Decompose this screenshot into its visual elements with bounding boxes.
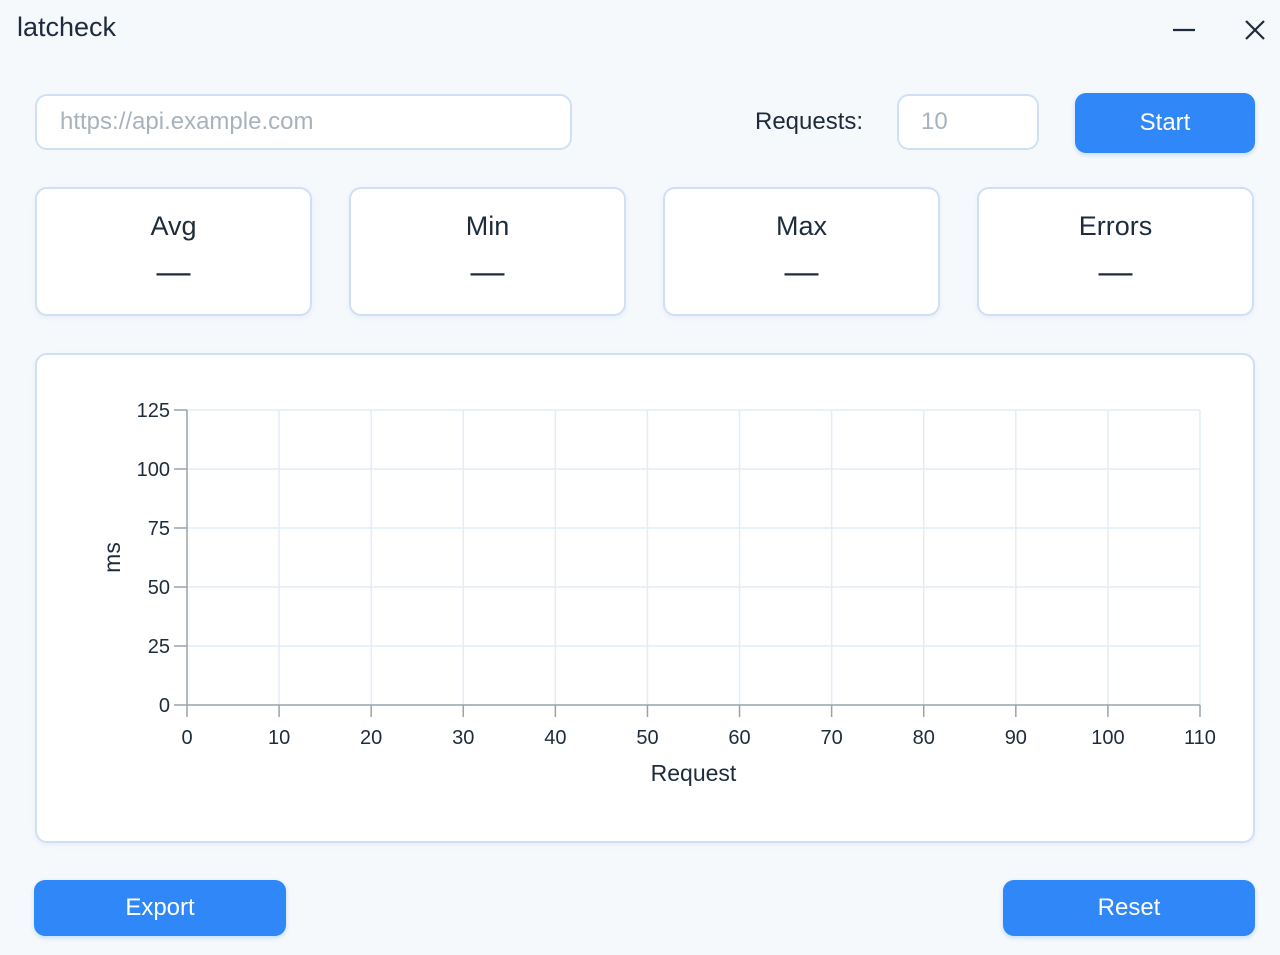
- x-tick-label: 70: [821, 727, 843, 749]
- x-tick-label: 60: [728, 727, 750, 749]
- x-tick-label: 10: [268, 727, 290, 749]
- stat-value-avg: —: [156, 253, 191, 291]
- export-button[interactable]: Export: [34, 880, 286, 936]
- stat-card-max: Max —: [663, 187, 940, 316]
- x-tick-label: 110: [1184, 727, 1216, 749]
- close-button[interactable]: [1235, 10, 1275, 50]
- start-button[interactable]: Start: [1075, 93, 1255, 153]
- x-tick-label: 90: [1005, 727, 1027, 749]
- stat-value-errors: —: [1098, 253, 1133, 291]
- x-tick-label: 40: [544, 727, 566, 749]
- url-input[interactable]: [35, 94, 572, 150]
- reset-button[interactable]: Reset: [1003, 880, 1255, 936]
- latency-chart: 0 25 50 75 100 125 0 10 20 30 40 50 60 70 80 90 100 110 Re…: [99, 400, 1216, 786]
- app-title: latcheck: [17, 12, 117, 42]
- stat-value-min: —: [470, 253, 505, 291]
- x-tick-label: 100: [1091, 727, 1124, 749]
- stat-value-max: —: [784, 253, 819, 291]
- minimize-button[interactable]: [1164, 10, 1204, 50]
- stat-card-avg: Avg —: [35, 187, 312, 316]
- x-tick-label: 20: [360, 727, 382, 749]
- requests-label: Requests:: [755, 108, 864, 135]
- y-tick-label: 125: [137, 400, 170, 422]
- app-window: latcheck Requests: Start Avg — Min — Max…: [0, 0, 1280, 955]
- stat-label-min: Min: [465, 211, 510, 241]
- x-tick-label: 30: [452, 727, 474, 749]
- y-tick-label: 0: [159, 695, 170, 717]
- stat-card-min: Min —: [349, 187, 626, 316]
- x-axis-title: Request: [651, 760, 737, 786]
- x-tick-label: 80: [913, 727, 935, 749]
- y-axis-title: ms: [99, 542, 125, 573]
- x-tick-label: 0: [181, 727, 192, 749]
- y-tick-label: 50: [148, 577, 170, 599]
- y-tick-label: 25: [148, 636, 170, 658]
- stat-label-max: Max: [775, 211, 827, 241]
- latency-chart-card: 0 25 50 75 100 125 0 10 20 30 40 50 60 70 80 90 100 110 Re…: [35, 353, 1255, 843]
- close-icon: [1245, 20, 1265, 40]
- minimize-icon: [1173, 28, 1195, 32]
- y-tick-label: 100: [137, 459, 170, 481]
- y-tick-label: 75: [148, 518, 170, 540]
- stat-label-errors: Errors: [1078, 211, 1153, 241]
- stat-label-avg: Avg: [150, 211, 197, 241]
- x-tick-label: 50: [636, 727, 658, 749]
- requests-input[interactable]: [897, 94, 1039, 150]
- stat-card-errors: Errors —: [977, 187, 1254, 316]
